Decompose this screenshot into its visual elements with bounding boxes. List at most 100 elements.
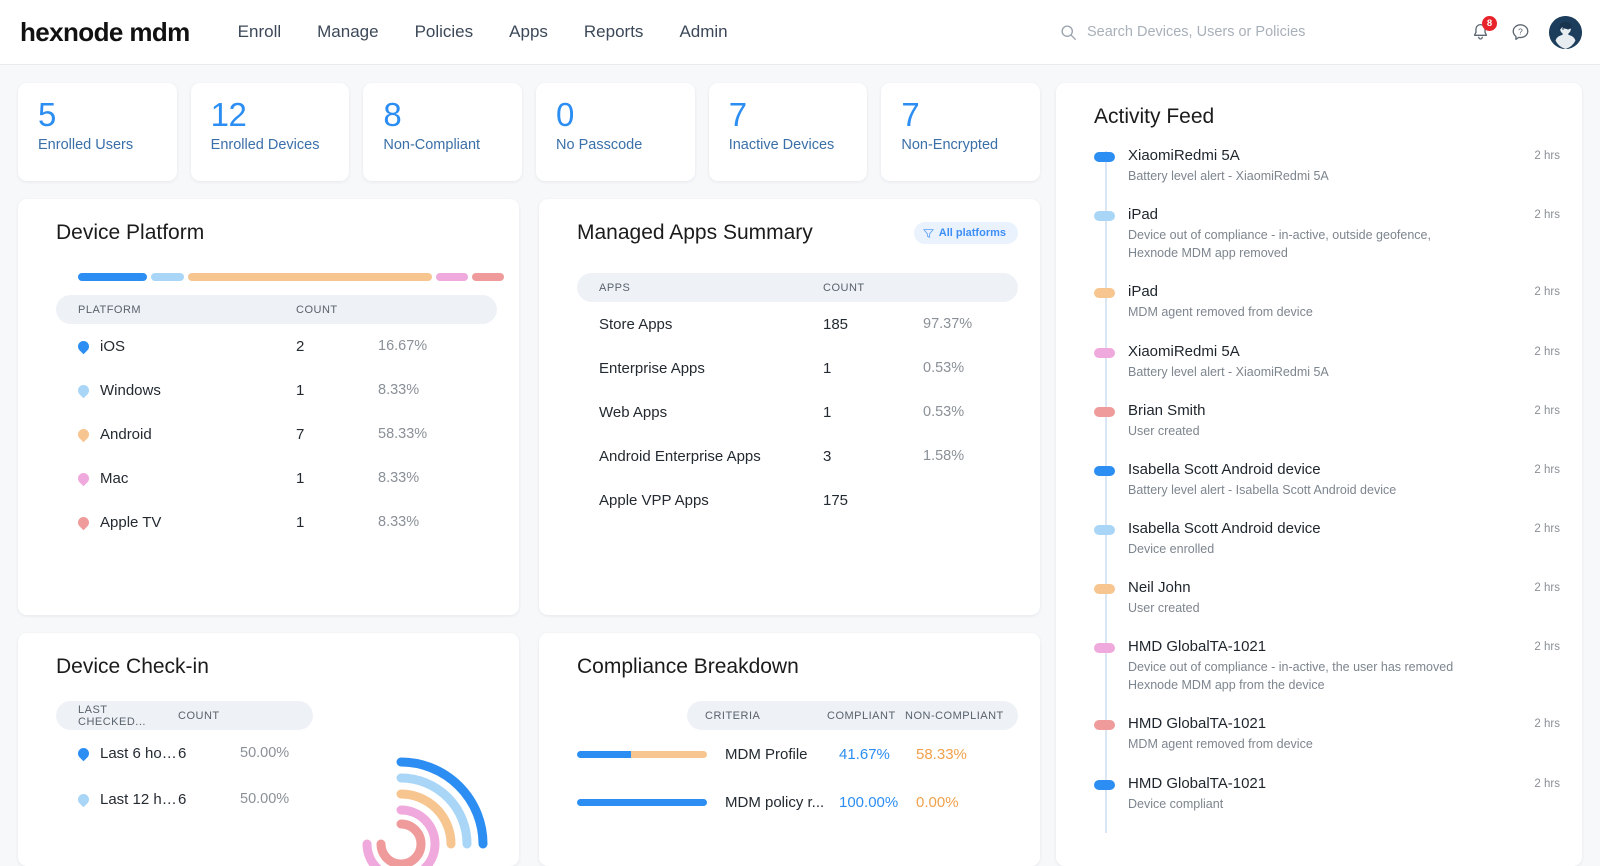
kpi-card-enrolled-users[interactable]: 5 Enrolled Users (18, 83, 177, 181)
compliance-table: CRITERIA COMPLIANT NON-COMPLIANT MDM Pro… (577, 701, 1018, 826)
table-row[interactable]: Windows 1 8.33% (56, 368, 497, 412)
activity-title: iPad (1128, 283, 1534, 300)
activity-feed-card: Activity Feed XiaomiRedmi 5A 2 hrs Batte… (1056, 83, 1582, 866)
kpi-card-non-encrypted[interactable]: 7 Non-Encrypted (881, 83, 1040, 181)
avatar[interactable] (1549, 16, 1582, 49)
kpi-card-enrolled-devices[interactable]: 12 Enrolled Devices (191, 83, 350, 181)
kpi-card-inactive-devices[interactable]: 7 Inactive Devices (709, 83, 868, 181)
nav-item-apps[interactable]: Apps (509, 22, 548, 42)
funnel-icon (923, 228, 934, 239)
platform-percent: 8.33% (378, 382, 468, 398)
app-name: Enterprise Apps (599, 360, 823, 377)
kpi-card-no-passcode[interactable]: 0 No Passcode (536, 83, 695, 181)
activity-time: 2 hrs (1534, 402, 1560, 417)
activity-color-pill (1094, 288, 1115, 298)
list-item[interactable]: Neil John 2 hrs User created (1128, 579, 1560, 617)
activity-title: HMD GlobalTA-1021 (1128, 715, 1534, 732)
nav-item-enroll[interactable]: Enroll (238, 22, 281, 42)
activity-time: 2 hrs (1534, 775, 1560, 790)
nav-item-manage[interactable]: Manage (317, 22, 378, 42)
list-item[interactable]: HMD GlobalTA-1021 2 hrs MDM agent remove… (1128, 715, 1560, 753)
activity-color-pill (1094, 466, 1115, 476)
page-title-managed-apps: Managed Apps Summary (577, 221, 813, 245)
activity-description: User created (1128, 599, 1480, 617)
app-count: 175 (823, 492, 923, 509)
checkin-count: 6 (178, 791, 240, 808)
activity-title: Brian Smith (1128, 402, 1534, 419)
managed-apps-card: Managed Apps Summary All platforms APPS … (539, 199, 1040, 615)
list-item[interactable]: HMD GlobalTA-1021 2 hrs Device compliant (1128, 775, 1560, 813)
non-compliant-percent: 58.33% (916, 746, 996, 763)
activity-description: Battery level alert - XiaomiRedmi 5A (1128, 363, 1480, 381)
list-item[interactable]: XiaomiRedmi 5A 2 hrs Battery level alert… (1128, 147, 1560, 185)
platform-filter-button[interactable]: All platforms (914, 222, 1018, 244)
timeline-line (1105, 151, 1107, 833)
notifications-button[interactable]: 8 (1463, 15, 1497, 49)
activity-title: Isabella Scott Android device (1128, 461, 1534, 478)
platform-percent: 58.33% (378, 426, 468, 442)
right-column: Activity Feed XiaomiRedmi 5A 2 hrs Batte… (1056, 83, 1582, 866)
compliant-percent: 41.67% (839, 746, 916, 763)
table-row[interactable]: Enterprise Apps 1 0.53% (577, 346, 1018, 390)
app-count: 3 (823, 448, 923, 465)
managed-apps-table: APPS COUNT Store Apps 185 97.37% Enterpr… (577, 273, 1018, 522)
kpi-card-non-compliant[interactable]: 8 Non-Compliant (363, 83, 522, 181)
app-name: Apple VPP Apps (599, 492, 823, 509)
table-row[interactable]: Web Apps 1 0.53% (577, 390, 1018, 434)
activity-description: MDM agent removed from device (1128, 303, 1480, 321)
activity-title: HMD GlobalTA-1021 (1128, 775, 1534, 792)
activity-color-pill (1094, 152, 1115, 162)
checkin-color-dot (76, 791, 92, 807)
activity-time: 2 hrs (1534, 206, 1560, 221)
activity-time: 2 hrs (1534, 461, 1560, 476)
list-item[interactable]: Brian Smith 2 hrs User created (1128, 402, 1560, 440)
device-checkin-arc-chart (301, 744, 501, 866)
device-platform-table: PLATFORM COUNT iOS 2 16.67% (56, 295, 497, 544)
table-row[interactable]: Android 7 58.33% (56, 412, 497, 456)
bottom-card-row: Device Check-in LAST CHECKED... COUNT La… (18, 633, 1040, 866)
global-search[interactable] (1060, 24, 1337, 41)
nav-item-admin[interactable]: Admin (679, 22, 727, 42)
table-row[interactable]: Android Enterprise Apps 3 1.58% (577, 434, 1018, 478)
segment-windows (151, 273, 184, 281)
list-item[interactable]: XiaomiRedmi 5A 2 hrs Battery level alert… (1128, 343, 1560, 381)
device-platform-card: Device Platform PLATFORM COUNT (18, 199, 519, 615)
activity-description: Battery level alert - Isabella Scott And… (1128, 481, 1480, 499)
column-header-count: COUNT (823, 282, 923, 294)
list-item[interactable]: Isabella Scott Android device 2 hrs Batt… (1128, 461, 1560, 499)
activity-description: Device out of compliance - in-active, th… (1128, 658, 1480, 694)
nav-item-policies[interactable]: Policies (415, 22, 474, 42)
criteria-name: MDM policy r... (707, 794, 839, 811)
list-item[interactable]: iPad 2 hrs MDM agent removed from device (1128, 283, 1560, 321)
table-row[interactable]: Mac 1 8.33% (56, 456, 497, 500)
search-input[interactable] (1087, 24, 1337, 40)
notification-badge: 8 (1482, 16, 1497, 31)
column-header-count: COUNT (178, 710, 240, 722)
nav-item-reports[interactable]: Reports (584, 22, 644, 42)
platform-name: Mac (100, 470, 128, 487)
table-row[interactable]: Store Apps 185 97.37% (577, 302, 1018, 346)
app-logo[interactable]: hexnode mdm (20, 17, 190, 48)
list-item[interactable]: Isabella Scott Android device 2 hrs Devi… (1128, 520, 1560, 558)
checkin-range: Last 12 ho... (100, 791, 178, 808)
help-button[interactable]: ? (1503, 15, 1537, 49)
table-row[interactable]: iOS 2 16.67% (56, 324, 497, 368)
list-item[interactable]: iPad 2 hrs Device out of compliance - in… (1128, 206, 1560, 262)
table-row[interactable]: Apple VPP Apps 175 (577, 478, 1018, 522)
platform-count: 1 (296, 514, 378, 531)
checkin-count: 6 (178, 745, 240, 762)
table-row[interactable]: MDM Profile 41.67% 58.33% (577, 730, 1018, 778)
activity-description: User created (1128, 422, 1480, 440)
kpi-value: 12 (211, 97, 332, 134)
column-header-non-compliant: NON-COMPLIANT (905, 710, 1004, 722)
list-item[interactable]: HMD GlobalTA-1021 2 hrs Device out of co… (1128, 638, 1560, 694)
platform-percent: 8.33% (378, 470, 468, 486)
app-name: Web Apps (599, 404, 823, 421)
table-row[interactable]: MDM policy r... 100.00% 0.00% (577, 778, 1018, 826)
platform-color-dot (76, 426, 92, 442)
app-percent: 97.37% (923, 316, 1013, 332)
table-row[interactable]: Apple TV 1 8.33% (56, 500, 497, 544)
platform-percent: 8.33% (378, 514, 468, 530)
middle-card-row: Device Platform PLATFORM COUNT (18, 199, 1040, 615)
app-name: Android Enterprise Apps (599, 448, 823, 465)
